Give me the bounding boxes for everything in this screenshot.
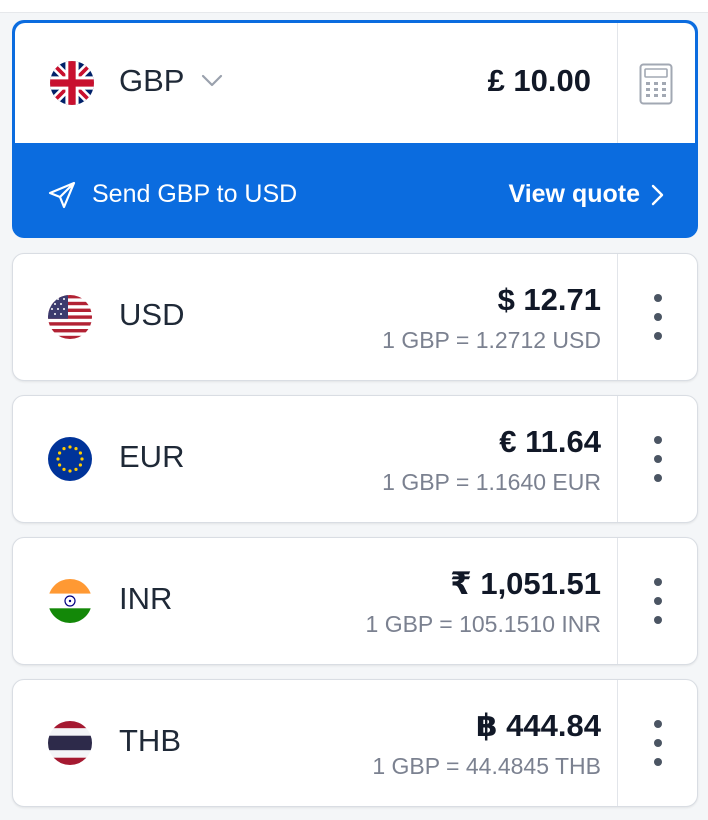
rate-card-inr[interactable]: INR ₹ 1,051.51 1 GBP = 105.1510 INR xyxy=(12,537,698,665)
chevron-right-icon[interactable] xyxy=(650,184,664,206)
send-paper-plane-icon xyxy=(48,181,76,209)
converted-amount: $ 12.71 xyxy=(497,282,601,317)
converted-amount: ₹ 1,051.51 xyxy=(450,566,601,601)
rate-card-eur[interactable]: EUR € 11.64 1 GBP = 1.1640 EUR xyxy=(12,395,698,523)
vertical-divider xyxy=(617,396,618,522)
exchange-rate: 1 GBP = 44.4845 THB xyxy=(372,753,601,779)
base-currency-input-row[interactable]: GBP £ 10.00 xyxy=(15,23,695,143)
send-label[interactable]: Send GBP to USD xyxy=(92,180,297,209)
more-options-icon[interactable] xyxy=(635,568,681,634)
base-currency-code[interactable]: GBP xyxy=(119,63,184,99)
uk-flag-icon xyxy=(50,61,94,105)
vertical-divider xyxy=(617,254,618,380)
currency-code: EUR xyxy=(119,439,185,474)
currency-code: USD xyxy=(119,297,185,332)
us-flag-icon xyxy=(48,295,92,339)
converted-amount: € 11.64 xyxy=(499,424,601,459)
more-options-icon[interactable] xyxy=(635,710,681,776)
view-quote-link[interactable]: View quote xyxy=(508,180,640,209)
eu-flag-icon xyxy=(48,437,92,481)
exchange-rate: 1 GBP = 105.1510 INR xyxy=(365,611,601,637)
vertical-divider xyxy=(617,680,618,806)
more-options-icon[interactable] xyxy=(635,426,681,492)
exchange-rate: 1 GBP = 1.1640 EUR xyxy=(382,469,601,495)
base-currency-card: GBP £ 10.00 Send GBP to USD View quote xyxy=(12,20,698,238)
currency-code: THB xyxy=(119,723,181,758)
base-amount-input[interactable]: £ 10.00 xyxy=(488,63,591,99)
exchange-rate: 1 GBP = 1.2712 USD xyxy=(382,327,601,353)
converted-amount: ฿ 444.84 xyxy=(476,708,601,743)
send-quote-row[interactable]: Send GBP to USD View quote xyxy=(12,168,698,218)
india-flag-icon xyxy=(48,579,92,623)
more-options-icon[interactable] xyxy=(635,284,681,350)
chevron-down-icon[interactable] xyxy=(201,74,223,88)
top-divider xyxy=(0,0,708,13)
rate-card-thb[interactable]: THB ฿ 444.84 1 GBP = 44.4845 THB xyxy=(12,679,698,807)
rate-card-usd[interactable]: USD $ 12.71 1 GBP = 1.2712 USD xyxy=(12,253,698,381)
vertical-divider xyxy=(617,23,618,143)
vertical-divider xyxy=(617,538,618,664)
thailand-flag-icon xyxy=(48,721,92,765)
calculator-icon[interactable] xyxy=(639,63,673,105)
currency-code: INR xyxy=(119,581,173,616)
